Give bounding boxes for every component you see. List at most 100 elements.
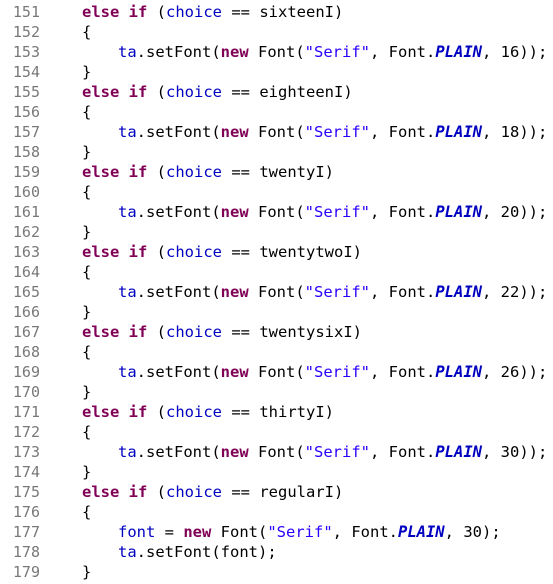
line-number: 155 — [12, 83, 40, 101]
operator: == — [222, 3, 260, 21]
code-editor[interactable]: 151 else if (choice == sixteenI) 152 {153 ta… — [0, 0, 553, 584]
paren-close: ) — [352, 323, 363, 341]
code-text[interactable]: { — [48, 182, 91, 202]
constant-plain: PLAIN — [435, 43, 482, 61]
code-line[interactable]: 152 { — [0, 22, 553, 42]
code-line[interactable]: 169 ta.setFont(new Font("Serif", Font.PLA… — [0, 362, 553, 382]
code-line[interactable]: 177 font = new Font("Serif", Font.PLAIN, … — [0, 522, 553, 542]
code-text[interactable]: { — [48, 502, 91, 522]
code-line[interactable]: 176 { — [0, 502, 553, 522]
code-text[interactable]: else if (choice == thirtyI) — [48, 402, 334, 422]
constant-plain: PLAIN — [435, 283, 482, 301]
code-text[interactable]: } — [48, 462, 91, 482]
code-text[interactable]: } — [48, 382, 91, 402]
code-line[interactable]: 167 else if (choice == twentysixI) — [0, 322, 553, 342]
code-line[interactable]: 171 else if (choice == thirtyI) — [0, 402, 553, 422]
code-text[interactable]: ta.setFont(new Font("Serif", Font.PLAIN,… — [48, 442, 547, 462]
keyword-else: else — [82, 163, 120, 181]
code-text[interactable]: { — [48, 342, 91, 362]
code-text[interactable]: ta.setFont(new Font("Serif", Font.PLAIN,… — [48, 202, 547, 222]
code-line[interactable]: 165 ta.setFont(new Font("Serif", Font.PLA… — [0, 282, 553, 302]
paren-open: ( — [147, 483, 167, 501]
code-line[interactable]: 155 else if (choice == eighteenI) — [0, 82, 553, 102]
line-number: 175 — [12, 483, 40, 501]
code-line[interactable]: 170} — [0, 382, 553, 402]
code-line[interactable]: 172 { — [0, 422, 553, 442]
keyword-new: new — [220, 203, 249, 221]
paren-open: ( — [147, 403, 167, 421]
code-line[interactable]: 168 { — [0, 342, 553, 362]
variable-choice: choice — [166, 83, 223, 101]
code-text[interactable]: { — [48, 262, 91, 282]
keyword-new: new — [220, 43, 249, 61]
argument: twentysixI — [259, 323, 353, 341]
keyword-new: new — [183, 523, 212, 541]
code-text[interactable]: { — [48, 22, 91, 42]
line-number: 152 — [12, 23, 40, 41]
line-number: 153 — [12, 43, 40, 61]
code-line[interactable]: 163 else if (choice == twentytwoI) — [0, 242, 553, 262]
code-text[interactable]: else if (choice == sixteenI) — [48, 2, 343, 22]
line-number: 157 — [12, 123, 40, 141]
code-text[interactable]: ta.setFont(new Font("Serif", Font.PLAIN,… — [48, 122, 547, 142]
code-line[interactable]: 173 ta.setFont(new Font("Serif", Font.PLA… — [0, 442, 553, 462]
code-text[interactable]: ta.setFont(font); — [48, 542, 277, 562]
brace: } — [82, 143, 92, 161]
brace: } — [82, 303, 92, 321]
code-text[interactable]: } — [48, 142, 91, 162]
paren-open: ( — [147, 163, 167, 181]
paren-close: ) — [334, 483, 344, 501]
code-text[interactable]: { — [48, 102, 91, 122]
code-line[interactable]: 156 { — [0, 102, 553, 122]
code-text[interactable]: font = new Font("Serif", Font.PLAIN, 30)… — [48, 522, 501, 542]
line-number: 154 — [12, 63, 40, 81]
line-number: 179 — [12, 563, 40, 581]
code-text[interactable]: else if (choice == twentysixI) — [48, 322, 362, 342]
code-line[interactable]: 158} — [0, 142, 553, 162]
string-literal: "Serif" — [304, 443, 370, 461]
code-text[interactable]: ta.setFont(new Font("Serif", Font.PLAIN,… — [48, 42, 547, 62]
operator: == — [222, 83, 260, 101]
line-number: 173 — [12, 443, 40, 461]
line-number: 167 — [12, 323, 40, 341]
code-line[interactable]: 151 else if (choice == sixteenI) — [0, 2, 553, 22]
code-line[interactable]: 159 else if (choice == twentyI) — [0, 162, 553, 182]
code-line[interactable]: 160 { — [0, 182, 553, 202]
constant-plain: PLAIN — [397, 523, 445, 541]
brace: { — [82, 343, 92, 361]
code-line[interactable]: 166} — [0, 302, 553, 322]
line-number: 174 — [12, 463, 40, 481]
code-line[interactable]: 161 ta.setFont(new Font("Serif", Font.PLA… — [0, 202, 553, 222]
argument: twentytwoI — [259, 243, 353, 261]
code-line[interactable]: 157 ta.setFont(new Font("Serif", Font.PLA… — [0, 122, 553, 142]
code-text[interactable]: else if (choice == twentyI) — [48, 162, 334, 182]
constructor: Font( — [248, 363, 305, 381]
constructor: Font( — [248, 443, 305, 461]
code-text[interactable]: else if (choice == regularI) — [48, 482, 343, 502]
keyword-if: if — [128, 483, 148, 501]
keyword-if: if — [128, 163, 148, 181]
code-text[interactable]: } — [48, 62, 91, 82]
code-line[interactable]: 179} — [0, 562, 553, 582]
line-number: 178 — [12, 543, 40, 561]
code-line[interactable]: 154} — [0, 62, 553, 82]
code-text[interactable]: } — [48, 302, 91, 322]
code-line[interactable]: 174} — [0, 462, 553, 482]
code-text[interactable]: ta.setFont(new Font("Serif", Font.PLAIN,… — [48, 282, 547, 302]
code-line[interactable]: 153 ta.setFont(new Font("Serif", Font.PLA… — [0, 42, 553, 62]
code-text[interactable]: else if (choice == twentytwoI) — [48, 242, 362, 262]
keyword-if: if — [128, 83, 148, 101]
code-line[interactable]: 178 ta.setFont(font); — [0, 542, 553, 562]
code-line[interactable]: 175 else if (choice == regularI) — [0, 482, 553, 502]
code-text[interactable]: } — [48, 222, 91, 242]
paren-open: ( — [147, 3, 167, 21]
code-line[interactable]: 162} — [0, 222, 553, 242]
code-line[interactable]: 164 { — [0, 262, 553, 282]
operator: == — [222, 163, 260, 181]
code-text[interactable]: } — [48, 562, 91, 582]
argument: regularI — [259, 483, 334, 501]
line-number: 160 — [12, 183, 40, 201]
code-text[interactable]: else if (choice == eighteenI) — [48, 82, 353, 102]
code-text[interactable]: { — [48, 422, 91, 442]
code-text[interactable]: ta.setFont(new Font("Serif", Font.PLAIN,… — [48, 362, 547, 382]
